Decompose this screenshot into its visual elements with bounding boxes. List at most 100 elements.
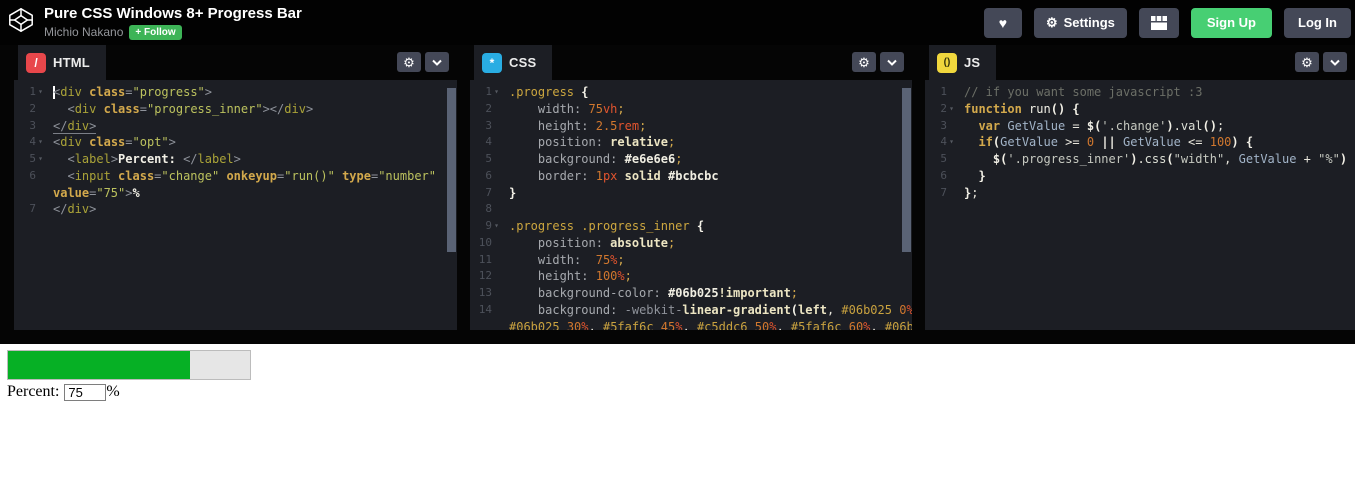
code-text: function run() { <box>964 101 1080 116</box>
editor-pane-css: * CSS ⚙ 1 ▾ .progress {2 width: 75vh; 3 hei… <box>470 45 912 330</box>
code-line: value="75">% <box>14 185 457 202</box>
css-collapse-button[interactable] <box>880 52 904 72</box>
tab-html[interactable]: / HTML <box>18 45 106 80</box>
percent-control-row: Percent: % <box>7 383 1355 401</box>
tab-js[interactable]: () JS <box>929 45 997 80</box>
fold-marker-icon <box>492 302 501 319</box>
code-line: 9 ▾ .progress .progress_inner { <box>470 218 912 235</box>
fold-marker-icon: ▾ <box>38 87 43 96</box>
line-number: 7 <box>940 185 947 199</box>
code-line: 11 width: 75%; <box>470 252 912 269</box>
fold-marker-icon <box>492 118 501 135</box>
line-number: 2 <box>485 101 492 115</box>
chevron-down-icon <box>1330 59 1340 66</box>
fold-marker-icon: ▾ <box>949 103 954 113</box>
fold-marker-icon <box>492 268 501 285</box>
line-number: 1 <box>29 85 36 98</box>
editor-pane-js: () JS ⚙ 1 // if you want some javascript … <box>925 45 1355 330</box>
code-line: 7} <box>470 185 912 202</box>
code-line: 4 ▾ <div class="opt"> <box>14 134 457 151</box>
fold-marker-icon <box>947 185 956 202</box>
code-text: <div class="progress"> <box>53 85 212 99</box>
fold-marker-icon: ▾ <box>38 137 43 147</box>
line-number: 10 <box>478 235 492 249</box>
line-number: 1 <box>940 85 947 98</box>
author-name[interactable]: Michio Nakano <box>44 25 123 39</box>
preview-progress-bar <box>7 350 251 380</box>
code-line: 2 width: 75vh; <box>470 101 912 118</box>
html-collapse-button[interactable] <box>425 52 449 72</box>
follow-button[interactable]: + Follow <box>129 24 182 40</box>
editors-row: / HTML ⚙ 1 ▾ <div class="progress"> 2 <div … <box>0 45 1355 344</box>
editor-tabbar-js: () JS ⚙ <box>925 45 1355 80</box>
code-text: background: -webkit-linear-gradient(left… <box>537 302 912 317</box>
codepen-logo-icon[interactable] <box>8 7 34 38</box>
css-settings-button[interactable]: ⚙ <box>852 52 876 72</box>
fold-marker-icon <box>947 84 956 101</box>
settings-button-label: Settings <box>1063 15 1115 30</box>
code-text: // if you want some javascript :3 <box>964 85 1203 99</box>
percent-input[interactable] <box>64 383 107 401</box>
change-view-button[interactable] <box>1138 7 1179 38</box>
html-settings-button[interactable]: ⚙ <box>397 52 421 72</box>
code-text: }; <box>964 185 979 200</box>
js-settings-button[interactable]: ⚙ <box>1295 52 1319 72</box>
code-text: position: absolute; <box>537 235 676 250</box>
fold-marker-icon <box>947 168 956 185</box>
tab-css[interactable]: * CSS <box>474 45 553 80</box>
code-line: 6 } <box>925 168 1355 185</box>
line-number: 2 <box>940 101 947 115</box>
line-number: 1 <box>485 85 492 98</box>
code-line: 6 <input class="change" onkeyup="run()" … <box>14 168 457 185</box>
js-icon: () <box>937 52 957 73</box>
fold-marker-icon <box>492 168 501 185</box>
line-number: 13 <box>478 286 492 299</box>
pen-title-block: Pure CSS Windows 8+ Progress Bar Michio … <box>44 5 302 40</box>
code-editor-css[interactable]: 1 ▾ .progress {2 width: 75vh; 3 height: 2.5… <box>470 80 912 330</box>
line-number: 4 <box>29 135 36 149</box>
code-text: } <box>509 185 517 200</box>
css-scrollbar-thumb[interactable] <box>902 88 911 252</box>
code-line: 1 ▾ .progress { <box>470 84 912 101</box>
code-text: </div> <box>53 202 97 217</box>
code-text: } <box>978 168 986 183</box>
code-text: </div> <box>53 118 97 134</box>
html-scrollbar-thumb[interactable] <box>447 88 456 252</box>
heart-icon: ♥ <box>998 14 1008 31</box>
line-number: 6 <box>29 168 36 182</box>
code-text: <div class="progress_inner"></div> <box>67 101 314 116</box>
fold-marker-icon <box>492 134 501 151</box>
fold-marker-icon: ▾ <box>38 154 43 163</box>
fold-marker-icon <box>492 201 501 218</box>
code-text: value="75">% <box>53 185 140 200</box>
percent-suffix: % <box>106 383 120 400</box>
code-line: #06b025 30%, #5faf6c 45%, #c5ddc6 50%, #… <box>470 319 912 331</box>
code-text: if(GetValue >= 0 || GetValue <= 100) { <box>978 135 1254 150</box>
settings-button[interactable]: ⚙ Settings <box>1033 7 1127 38</box>
code-editor-js[interactable]: 1 // if you want some javascript :3 2 ▾ func… <box>925 80 1355 330</box>
code-text: <label>Percent: </label> <box>67 152 241 166</box>
code-line: 1 // if you want some javascript :3 <box>925 84 1355 101</box>
line-number: 5 <box>940 152 947 165</box>
code-line: 1 ▾ <div class="progress"> <box>14 84 457 101</box>
fold-marker-icon <box>492 319 501 331</box>
love-button[interactable]: ♥ <box>983 7 1022 38</box>
code-line: 6 border: 1px solid #bcbcbc <box>470 168 912 185</box>
log-in-button[interactable]: Log In <box>1284 7 1351 38</box>
gear-icon: ⚙ <box>403 54 415 70</box>
sign-up-button[interactable]: Sign Up <box>1190 7 1272 38</box>
fold-marker-icon <box>492 151 501 168</box>
code-line: 4 ▾ if(GetValue >= 0 || GetValue <= 100) … <box>925 134 1355 151</box>
code-line: 2 <div class="progress_inner"></div> <box>14 101 457 118</box>
page-title: Pure CSS Windows 8+ Progress Bar <box>44 5 302 23</box>
code-text: var GetValue = $('.change').val(); <box>978 118 1225 133</box>
code-line: 5 background: #e6e6e6; <box>470 151 912 168</box>
line-number: 4 <box>940 135 947 149</box>
css-icon: * <box>482 52 502 73</box>
js-collapse-button[interactable] <box>1323 52 1347 72</box>
code-text: <div class="opt"> <box>53 135 176 150</box>
line-number: 3 <box>485 118 492 132</box>
line-number: 12 <box>478 269 492 283</box>
code-editor-html[interactable]: 1 ▾ <div class="progress"> 2 <div class="pr… <box>14 80 457 330</box>
fold-marker-icon <box>947 151 956 168</box>
